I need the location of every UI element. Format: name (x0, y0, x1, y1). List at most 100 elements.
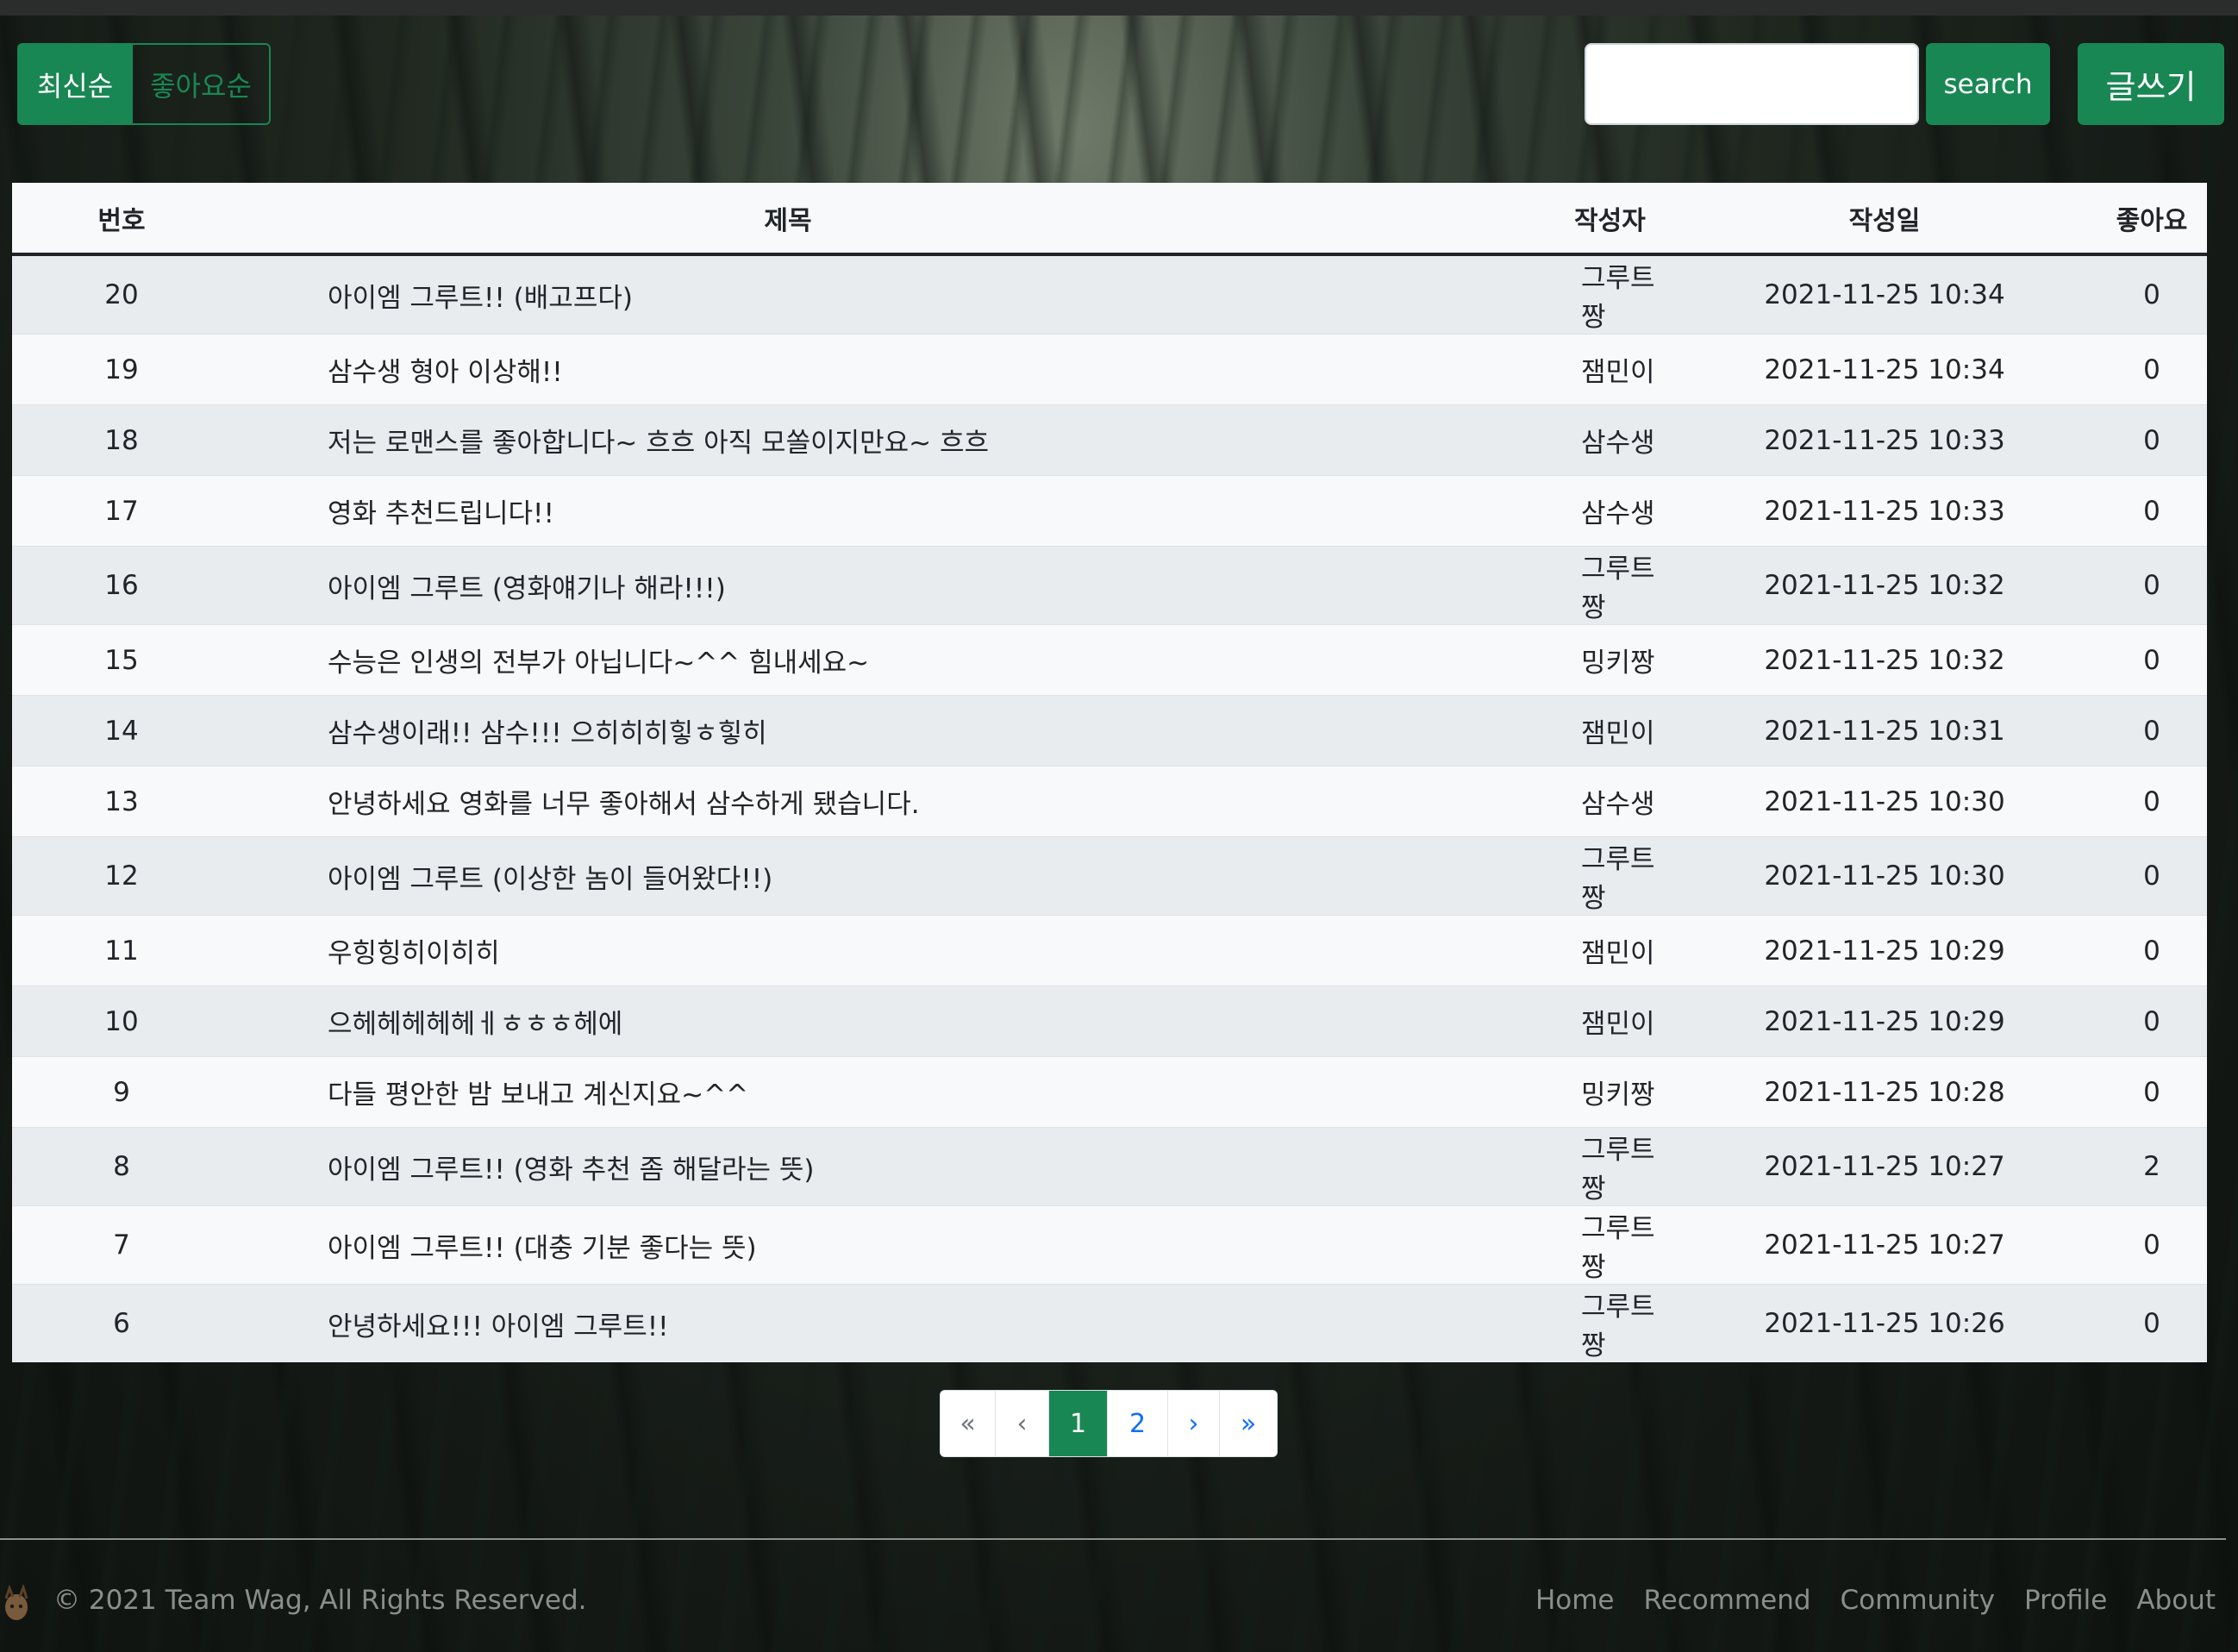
post-title-link[interactable]: 아이엠 그루트 (영화얘기나 해라!!!) (231, 546, 1345, 625)
table-row[interactable]: 6 안녕하세요!!! 아이엠 그루트!! 그루트짱 2021-11-25 10:26 0 (12, 1284, 2207, 1362)
post-likes: 0 (2097, 1056, 2207, 1128)
post-author: 밍키짱 (1345, 624, 1672, 696)
post-num: 18 (12, 404, 231, 476)
header-title: 제목 (231, 183, 1345, 256)
post-title-link[interactable]: 삼수생 형아 이상해!! (231, 334, 1345, 405)
post-author: 그루트짱 (1345, 1127, 1672, 1206)
top-strip (0, 0, 2238, 16)
post-title-link[interactable]: 안녕하세요!!! 아이엠 그루트!! (231, 1284, 1345, 1362)
footer-link-community[interactable]: Community (1841, 1585, 1995, 1616)
header-num: 번호 (12, 183, 231, 256)
table-row[interactable]: 7 아이엠 그루트!! (대충 기분 좋다는 뜻) 그루트짱 2021-11-25 1… (12, 1205, 2207, 1285)
header-likes: 좋아요 (2097, 183, 2207, 256)
post-date: 2021-11-25 10:32 (1672, 546, 2097, 625)
post-title-link[interactable]: 아이엠 그루트!! (영화 추천 좀 해달라는 뜻) (231, 1127, 1345, 1206)
post-author: 그루트짱 (1345, 253, 1672, 335)
page-2-button[interactable]: 2 (1108, 1391, 1168, 1456)
post-date: 2021-11-25 10:27 (1672, 1127, 2097, 1206)
post-likes: 0 (2097, 624, 2207, 696)
table-row[interactable]: 19 삼수생 형아 이상해!! 잼민이 2021-11-25 10:34 0 (12, 334, 2207, 405)
sort-likes-button[interactable]: 좋아요순 (133, 43, 271, 125)
post-num: 20 (12, 253, 231, 335)
post-author: 그루트짱 (1345, 1205, 1672, 1285)
table-row[interactable]: 12 아이엠 그루트 (이상한 놈이 들어왔다!!) 그루트짱 2021-11-25 … (12, 836, 2207, 916)
page-first-button[interactable]: « (941, 1391, 996, 1456)
table-row[interactable]: 16 아이엠 그루트 (영화얘기나 해라!!!) 그루트짱 2021-11-25 10… (12, 546, 2207, 625)
post-author: 삼수생 (1345, 766, 1672, 837)
post-table: 번호 제목 작성자 작성일 좋아요 20 아이엠 그루트!! (배고프다) 그루트짱… (12, 183, 2207, 1362)
post-likes: 0 (2097, 546, 2207, 625)
post-author: 그루트짱 (1345, 546, 1672, 625)
post-date: 2021-11-25 10:29 (1672, 986, 2097, 1057)
post-num: 12 (12, 836, 231, 916)
post-title-link[interactable]: 우힝힝히이히히 (231, 915, 1345, 986)
sort-latest-button[interactable]: 최신순 (17, 43, 133, 125)
post-likes: 0 (2097, 404, 2207, 476)
search-input[interactable] (1585, 43, 1919, 125)
table-row[interactable]: 20 아이엠 그루트!! (배고프다) 그루트짱 2021-11-25 10:34 0 (12, 253, 2207, 335)
groot-avatar-icon (4, 1585, 28, 1620)
post-title-link[interactable]: 안녕하세요 영화를 너무 좋아해서 삼수하게 됐습니다. (231, 766, 1345, 837)
table-header-row: 번호 제목 작성자 작성일 좋아요 (12, 183, 2207, 256)
post-title-link[interactable]: 삼수생이래!! 삼수!!! 으히히히힣ㅎ힣히 (231, 695, 1345, 767)
post-title-link[interactable]: 아이엠 그루트!! (대충 기분 좋다는 뜻) (231, 1205, 1345, 1285)
post-title-link[interactable]: 수능은 인생의 전부가 아닙니다~^^ 힘내세요~ (231, 624, 1345, 696)
footer-link-profile[interactable]: Profile (2024, 1585, 2107, 1616)
post-likes: 0 (2097, 695, 2207, 767)
post-date: 2021-11-25 10:26 (1672, 1284, 2097, 1362)
post-title-link[interactable]: 영화 추천드립니다!! (231, 475, 1345, 547)
post-title-link[interactable]: 아이엠 그루트 (이상한 놈이 들어왔다!!) (231, 836, 1345, 916)
post-date: 2021-11-25 10:34 (1672, 253, 2097, 335)
post-likes: 0 (2097, 1205, 2207, 1285)
post-author: 삼수생 (1345, 475, 1672, 547)
table-row[interactable]: 9 다들 평안한 밤 보내고 계신지요~^^ 밍키짱 2021-11-25 10:28… (12, 1056, 2207, 1128)
table-row[interactable]: 18 저는 로맨스를 좋아합니다~ 흐흐 아직 모쏠이지만요~ 흐흐 삼수생 2021… (12, 404, 2207, 476)
post-num: 16 (12, 546, 231, 625)
post-date: 2021-11-25 10:28 (1672, 1056, 2097, 1128)
table-row[interactable]: 8 아이엠 그루트!! (영화 추천 좀 해달라는 뜻) 그루트짱 2021-11-2… (12, 1127, 2207, 1206)
post-author: 그루트짱 (1345, 836, 1672, 916)
post-title-link[interactable]: 아이엠 그루트!! (배고프다) (231, 253, 1345, 335)
table-row[interactable]: 13 안녕하세요 영화를 너무 좋아해서 삼수하게 됐습니다. 삼수생 2021-11… (12, 766, 2207, 837)
post-author: 밍키짱 (1345, 1056, 1672, 1128)
post-title-link[interactable]: 으헤헤헤헤헤ㅔㅎㅎㅎ헤에 (231, 986, 1345, 1057)
post-author: 잼민이 (1345, 986, 1672, 1057)
header-author: 작성자 (1345, 183, 1672, 256)
pagination: « ‹ 1 2 › » (940, 1390, 1278, 1457)
page-next-button[interactable]: › (1168, 1391, 1220, 1456)
post-num: 7 (12, 1205, 231, 1285)
search-button[interactable]: search (1926, 43, 2050, 125)
post-date: 2021-11-25 10:33 (1672, 475, 2097, 547)
post-num: 6 (12, 1284, 231, 1362)
post-num: 9 (12, 1056, 231, 1128)
sort-toggle-group: 최신순 좋아요순 (17, 43, 271, 125)
footer-link-about[interactable]: About (2136, 1585, 2216, 1616)
footer-divider (0, 1538, 2226, 1540)
header-date: 작성일 (1672, 183, 2097, 256)
table-row[interactable]: 14 삼수생이래!! 삼수!!! 으히히히힣ㅎ힣히 잼민이 2021-11-25 10… (12, 695, 2207, 767)
footer-link-recommend[interactable]: Recommend (1644, 1585, 1811, 1616)
post-likes: 0 (2097, 766, 2207, 837)
post-date: 2021-11-25 10:30 (1672, 766, 2097, 837)
copyright-text: © 2021 Team Wag, All Rights Reserved. (53, 1585, 587, 1616)
post-author: 잼민이 (1345, 915, 1672, 986)
post-date: 2021-11-25 10:34 (1672, 334, 2097, 405)
table-row[interactable]: 11 우힝힝히이히히 잼민이 2021-11-25 10:29 0 (12, 915, 2207, 986)
page-last-button[interactable]: » (1220, 1391, 1277, 1456)
post-author: 잼민이 (1345, 695, 1672, 767)
post-date: 2021-11-25 10:29 (1672, 915, 2097, 986)
post-num: 15 (12, 624, 231, 696)
post-title-link[interactable]: 다들 평안한 밤 보내고 계신지요~^^ (231, 1056, 1345, 1128)
table-row[interactable]: 17 영화 추천드립니다!! 삼수생 2021-11-25 10:33 0 (12, 475, 2207, 547)
footer-link-home[interactable]: Home (1535, 1585, 1615, 1616)
post-title-link[interactable]: 저는 로맨스를 좋아합니다~ 흐흐 아직 모쏠이지만요~ 흐흐 (231, 404, 1345, 476)
post-date: 2021-11-25 10:30 (1672, 836, 2097, 916)
page-1-button[interactable]: 1 (1049, 1391, 1108, 1456)
page-prev-button[interactable]: ‹ (996, 1391, 1049, 1456)
post-date: 2021-11-25 10:33 (1672, 404, 2097, 476)
post-author: 그루트짱 (1345, 1284, 1672, 1362)
write-post-button[interactable]: 글쓰기 (2078, 43, 2224, 125)
table-row[interactable]: 10 으헤헤헤헤헤ㅔㅎㅎㅎ헤에 잼민이 2021-11-25 10:29 0 (12, 986, 2207, 1057)
post-num: 19 (12, 334, 231, 405)
table-row[interactable]: 15 수능은 인생의 전부가 아닙니다~^^ 힘내세요~ 밍키짱 2021-11-25… (12, 624, 2207, 696)
